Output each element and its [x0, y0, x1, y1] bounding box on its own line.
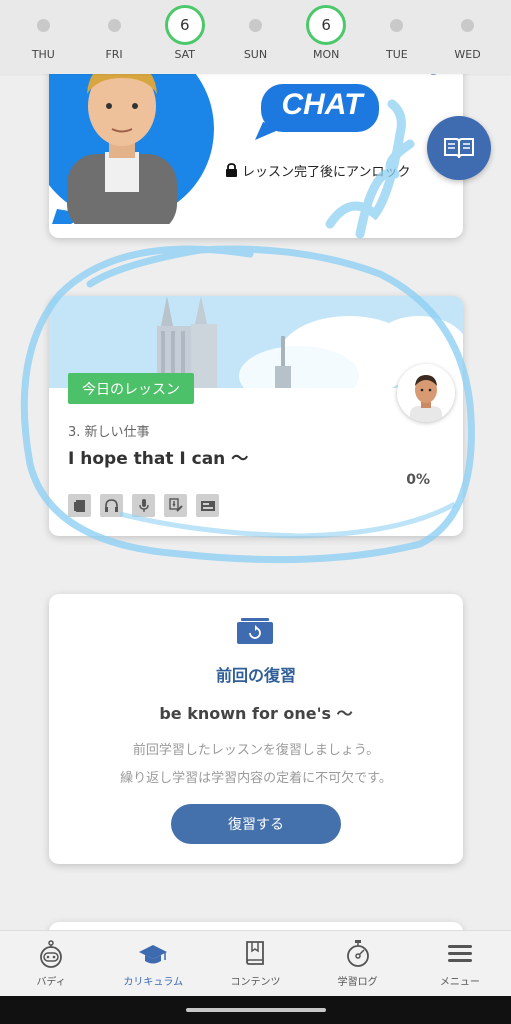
lock-icon: [226, 163, 237, 177]
teacher-portrait-icon: [397, 364, 455, 422]
day-tue[interactable]: TUE: [367, 0, 427, 74]
nav-menu[interactable]: メニュー: [410, 931, 510, 996]
lesson-steps: [68, 494, 219, 517]
main-scroll-area[interactable]: uddy CHAT レッスン完了後にアンロック: [0, 74, 511, 930]
review-description-line: 前回学習したレッスンを復習しましょう。: [132, 743, 380, 758]
day-label: SAT: [174, 48, 196, 61]
day-completed-ring: 6: [306, 5, 347, 45]
day-dot: [390, 18, 404, 32]
day-mon[interactable]: 6 MON: [296, 0, 356, 74]
textbook-button[interactable]: [427, 116, 491, 180]
nav-label: コンテンツ: [230, 977, 281, 988]
home-gesture-handle[interactable]: [186, 1008, 326, 1012]
day-label: MON: [312, 48, 340, 61]
bottom-navigation: バディ カリキュラム コンテンツ 学習ログ メニュー: [0, 930, 511, 996]
lesson-phrase: I hope that I can 〜: [68, 449, 249, 469]
todays-lesson-tag: 今日のレッスン: [68, 373, 194, 404]
stopwatch-icon: [346, 940, 369, 967]
review-description-line: 繰り返し学習は学習内容の定着に不可欠です。: [120, 771, 392, 786]
day-dot: [36, 18, 50, 32]
day-label: WED: [454, 48, 481, 61]
review-phrase: be known for one's 〜: [159, 704, 353, 723]
review-description: 前回学習したレッスンを復習しましょう。 繰り返し学習は学習内容の定着に不可欠です…: [49, 737, 463, 793]
menu-icon: [447, 945, 472, 962]
buddy-avatar-icon: [49, 74, 214, 224]
writing-icon: [164, 494, 187, 517]
week-progress-strip: THU FRI 6 SAT SUN 6 MON TUE WED: [0, 0, 511, 74]
todays-lesson-card[interactable]: 今日のレッスン 3. 新しい仕事 I hope that I can 〜 0%: [49, 296, 463, 536]
unlock-text: レッスン完了後にアンロック: [242, 165, 411, 180]
day-completed-ring: 6: [164, 5, 205, 45]
nav-learning-log[interactable]: 学習ログ: [308, 931, 408, 996]
day-dot: [461, 18, 475, 32]
system-navigation-bar: [0, 996, 511, 1024]
day-dot: [248, 18, 262, 32]
buddy-title: uddy: [349, 74, 453, 76]
day-thu[interactable]: THU: [13, 0, 73, 74]
day-fri[interactable]: FRI: [84, 0, 144, 74]
previous-review-card[interactable]: 前回の復習 be known for one's 〜 前回学習したレッスンを復習…: [49, 594, 463, 864]
card-practice-icon: [196, 494, 219, 517]
nav-label: メニュー: [439, 977, 480, 988]
day-sun[interactable]: SUN: [225, 0, 285, 74]
day-label: FRI: [105, 48, 123, 61]
nav-label: 学習ログ: [337, 977, 378, 988]
graduation-cap-icon: [139, 945, 168, 964]
lesson-number-title: 3. 新しい仕事: [68, 425, 150, 440]
day-sat[interactable]: 6 SAT: [155, 0, 215, 74]
nav-contents[interactable]: コンテンツ: [205, 931, 305, 996]
review-title: 前回の復習: [215, 666, 296, 685]
day-wed[interactable]: WED: [438, 0, 498, 74]
day-label: THU: [31, 48, 55, 61]
day-dot: [107, 18, 121, 32]
chat-label: CHAT: [281, 88, 363, 121]
day-label: TUE: [385, 48, 408, 61]
nav-curriculum[interactable]: カリキュラム: [103, 931, 203, 996]
unlock-notice: レッスン完了後にアンロック: [225, 161, 410, 180]
nav-buddy[interactable]: バディ: [1, 931, 101, 996]
robot-icon: [40, 940, 62, 968]
flashcard-icon: [68, 494, 91, 517]
nav-label: カリキュラム: [123, 977, 184, 988]
review-card-icon: [237, 618, 273, 644]
teacher-avatar: [397, 364, 455, 422]
buddy-chat-card[interactable]: uddy CHAT レッスン完了後にアンロック: [49, 74, 463, 238]
lesson-progress: 0%: [406, 472, 430, 488]
open-book-icon: [444, 138, 474, 159]
review-button[interactable]: 復習する: [171, 804, 341, 844]
microphone-icon: [132, 494, 155, 517]
headphones-icon: [100, 494, 123, 517]
day-label: SUN: [243, 48, 268, 61]
nav-label: バディ: [36, 977, 66, 988]
next-card-partial[interactable]: [49, 922, 463, 930]
book-icon: [246, 941, 265, 965]
